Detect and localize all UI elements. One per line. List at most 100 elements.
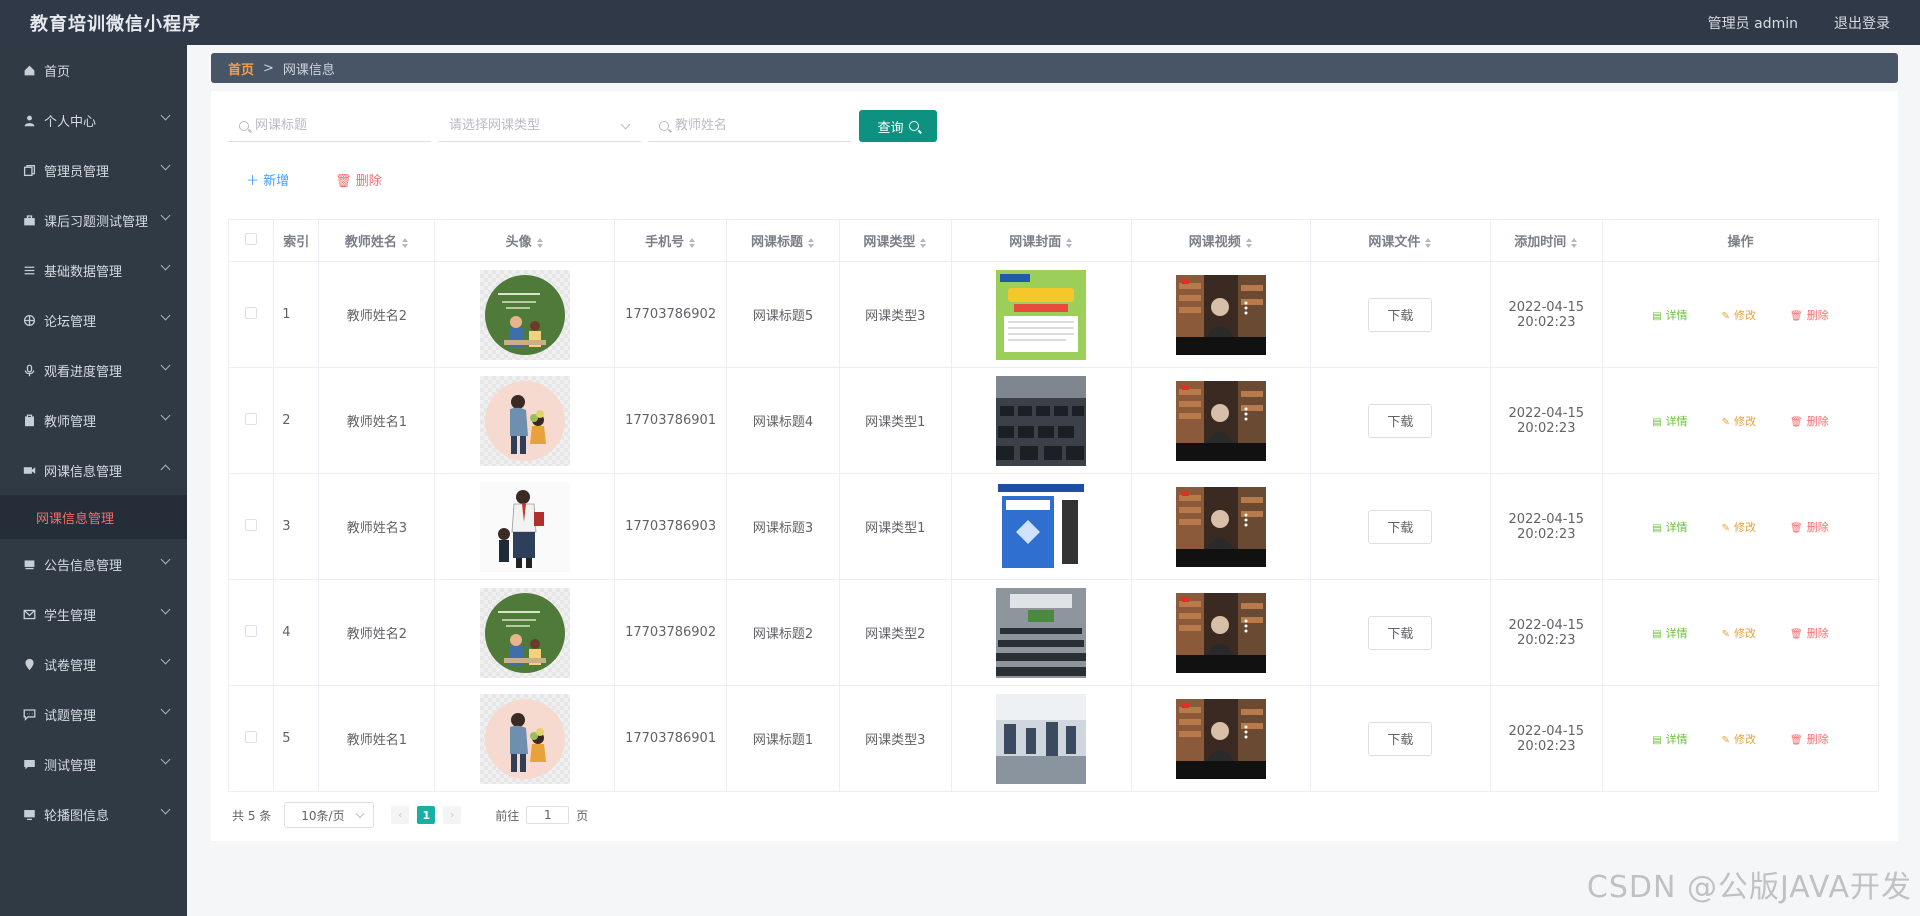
- row-select-cell[interactable]: [227, 261, 275, 368]
- goto-page-input[interactable]: [526, 806, 570, 824]
- query-button[interactable]: 查询: [859, 110, 937, 142]
- sidebar-item[interactable]: 测试管理: [0, 739, 187, 789]
- sidebar-item[interactable]: 教师管理: [0, 395, 187, 445]
- top-bar: 教育培训微信小程序 管理员 admin 退出登录: [0, 0, 1920, 45]
- detail-button[interactable]: ▤ 详情: [1652, 413, 1687, 429]
- sidebar-subitem-active[interactable]: 网课信息管理: [0, 495, 187, 539]
- sort-icon[interactable]: [1066, 237, 1073, 248]
- sort-icon[interactable]: [401, 237, 409, 248]
- column-header[interactable]: 网课文件: [1310, 219, 1491, 262]
- goto-suffix: 页: [576, 808, 589, 823]
- next-page-button[interactable]: ›: [443, 806, 462, 824]
- edit-button[interactable]: ✎ 修改: [1722, 519, 1756, 535]
- checkbox[interactable]: [245, 412, 258, 425]
- download-button[interactable]: 下载: [1368, 403, 1433, 438]
- column-header[interactable]: 添加时间: [1489, 219, 1603, 262]
- column-header[interactable]: 头像: [434, 219, 615, 262]
- sidebar-item-label: 网课信息管理: [44, 464, 123, 480]
- download-button[interactable]: 下载: [1368, 509, 1433, 544]
- column-header[interactable]: 手机号: [613, 219, 728, 262]
- download-button[interactable]: 下载: [1368, 297, 1433, 332]
- video-cell[interactable]: [1130, 261, 1312, 368]
- video-thumbnail[interactable]: [1175, 486, 1266, 567]
- row-delete-button[interactable]: 🗑 删除: [1790, 625, 1829, 641]
- sidebar-item[interactable]: 试卷管理: [0, 639, 187, 689]
- row-delete-button[interactable]: 🗑 删除: [1790, 307, 1829, 323]
- sidebar-item[interactable]: 网课信息管理: [0, 445, 187, 495]
- video-thumbnail[interactable]: [1175, 274, 1266, 355]
- sidebar-item[interactable]: 轮播图信息: [0, 789, 187, 839]
- detail-button[interactable]: ▤ 详情: [1652, 625, 1687, 641]
- checkbox[interactable]: [245, 624, 258, 637]
- prev-page-button[interactable]: ‹: [391, 806, 410, 824]
- comment-icon: [22, 757, 36, 771]
- sidebar-item[interactable]: 论坛管理: [0, 295, 187, 345]
- add-button[interactable]: ＋ 新增: [246, 170, 289, 189]
- action-bar: ＋ 新增 🗑 删除: [246, 170, 382, 189]
- row-select-cell[interactable]: [227, 367, 275, 474]
- type-select-input[interactable]: [449, 118, 609, 133]
- checkbox[interactable]: [245, 730, 258, 743]
- header-select-all[interactable]: [227, 219, 275, 262]
- title-search-input[interactable]: [255, 118, 415, 133]
- sort-icon[interactable]: [536, 237, 544, 248]
- video-thumbnail[interactable]: [1175, 380, 1266, 461]
- page-number-current[interactable]: 1: [417, 806, 436, 824]
- row-delete-button[interactable]: 🗑 删除: [1790, 519, 1829, 535]
- video-cell[interactable]: [1130, 579, 1312, 686]
- video-thumbnail[interactable]: [1175, 698, 1266, 779]
- sidebar-item[interactable]: 学生管理: [0, 589, 187, 639]
- sidebar-item[interactable]: 管理员管理: [0, 145, 187, 195]
- checkbox[interactable]: [245, 232, 258, 245]
- sidebar-item[interactable]: 观看进度管理: [0, 345, 187, 395]
- edit-button[interactable]: ✎ 修改: [1722, 731, 1756, 747]
- type-select[interactable]: [438, 110, 641, 142]
- sort-icon[interactable]: [920, 237, 927, 248]
- detail-label: 详情: [1665, 414, 1688, 428]
- video-cell[interactable]: [1130, 367, 1312, 474]
- column-header[interactable]: 网课封面: [951, 219, 1132, 262]
- checkbox[interactable]: [245, 518, 258, 531]
- sort-icon[interactable]: [1571, 237, 1578, 248]
- sort-icon[interactable]: [1425, 237, 1432, 248]
- edit-button[interactable]: ✎ 修改: [1722, 625, 1756, 641]
- video-thumbnail[interactable]: [1175, 592, 1266, 673]
- sidebar-item[interactable]: 基础数据管理: [0, 245, 187, 295]
- logout-link[interactable]: 退出登录: [1834, 13, 1890, 33]
- row-delete-button[interactable]: 🗑 删除: [1790, 413, 1829, 429]
- sort-icon[interactable]: [807, 237, 815, 248]
- detail-button[interactable]: ▤ 详情: [1652, 307, 1687, 323]
- sidebar-item[interactable]: 公告信息管理: [0, 539, 187, 589]
- column-header[interactable]: 网课标题: [726, 219, 840, 262]
- row-delete-button[interactable]: 🗑 删除: [1790, 731, 1829, 747]
- column-header[interactable]: 教师姓名: [318, 219, 436, 262]
- row-select-cell[interactable]: [227, 685, 275, 792]
- breadcrumb-home[interactable]: 首页: [228, 59, 254, 78]
- column-header[interactable]: 网课类型: [838, 219, 953, 262]
- video-cell[interactable]: [1130, 685, 1312, 792]
- video-cell[interactable]: [1130, 473, 1312, 580]
- sidebar-item[interactable]: 个人中心: [0, 95, 187, 145]
- sort-icon[interactable]: [689, 237, 696, 248]
- download-button[interactable]: 下载: [1368, 721, 1433, 756]
- row-select-cell[interactable]: [227, 473, 275, 580]
- detail-button[interactable]: ▤ 详情: [1652, 731, 1687, 747]
- teacher-search-field[interactable]: [648, 110, 851, 142]
- batch-delete-button[interactable]: 🗑 删除: [335, 170, 382, 189]
- sidebar-item[interactable]: 课后习题测试管理: [0, 195, 187, 245]
- sort-icon[interactable]: [1245, 237, 1253, 248]
- edit-button[interactable]: ✎ 修改: [1722, 413, 1756, 429]
- page-size-select[interactable]: 10条/页: [284, 802, 375, 828]
- avatar: [479, 693, 570, 784]
- sidebar-item[interactable]: 首页: [0, 45, 187, 95]
- detail-button[interactable]: ▤ 详情: [1652, 519, 1687, 535]
- row-select-cell[interactable]: [227, 579, 275, 686]
- teacher-search-input[interactable]: [675, 118, 835, 133]
- sidebar-item[interactable]: 试题管理: [0, 689, 187, 739]
- title-search-field[interactable]: [228, 110, 431, 142]
- checkbox[interactable]: [245, 306, 258, 319]
- download-button[interactable]: 下载: [1368, 615, 1433, 650]
- column-header[interactable]: 网课视频: [1130, 219, 1312, 262]
- file-cell: 下载: [1310, 261, 1491, 368]
- edit-button[interactable]: ✎ 修改: [1722, 307, 1756, 323]
